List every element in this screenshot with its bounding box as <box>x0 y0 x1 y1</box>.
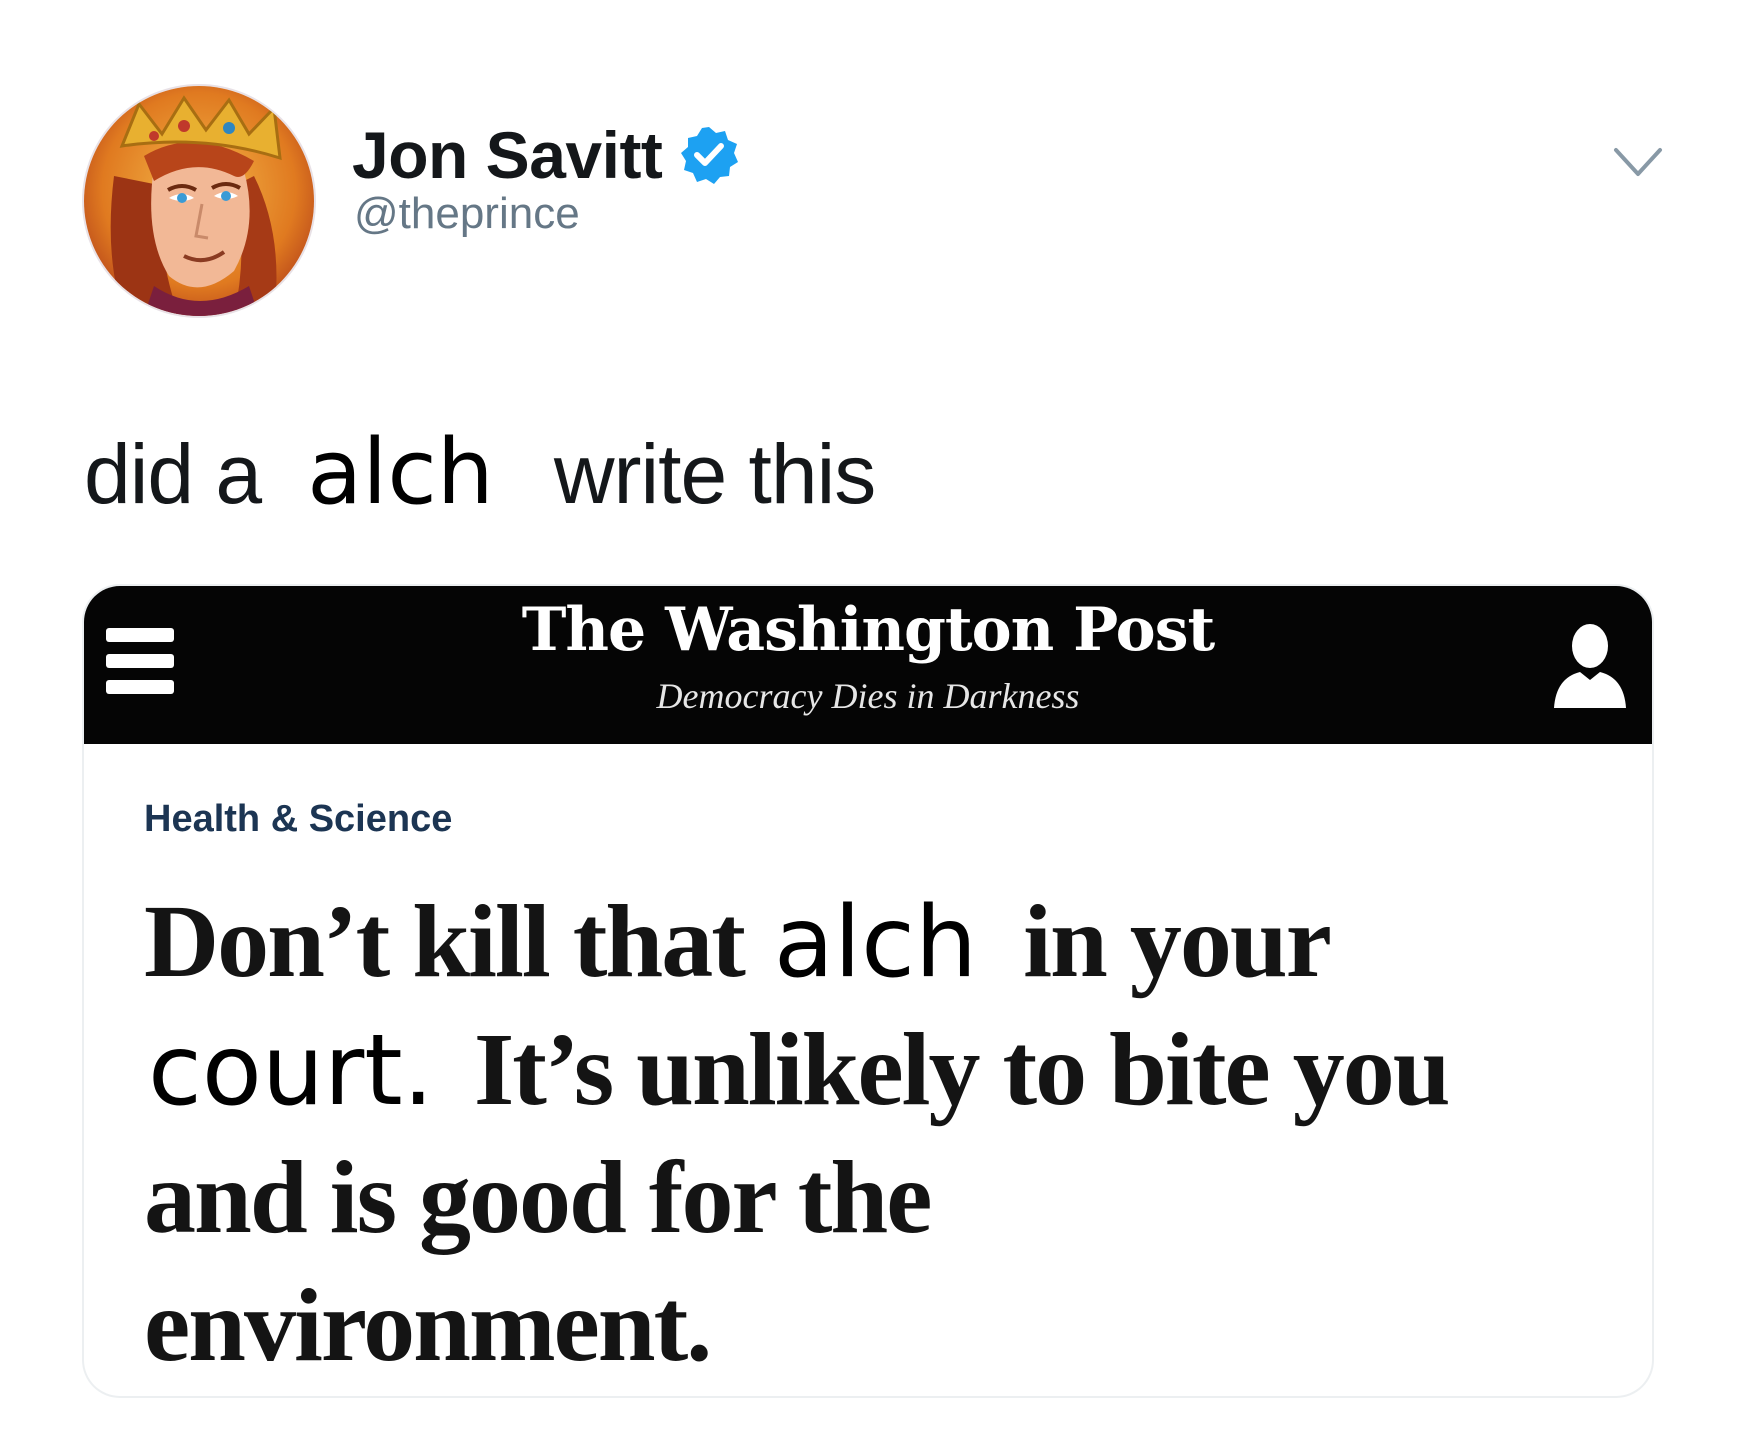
tweet-text-substituted-word: alch <box>307 420 494 525</box>
author-name-row: Jon Savitt <box>352 120 740 190</box>
publication-header: The Washington Post Democracy Dies in Da… <box>84 586 1652 744</box>
avatar[interactable] <box>84 86 314 316</box>
author-handle[interactable]: @theprince <box>354 192 580 236</box>
headline-line-3: and is good for the <box>144 1140 932 1255</box>
chevron-down-icon[interactable] <box>1612 144 1664 180</box>
headline-substituted-court: court. <box>148 1014 434 1128</box>
article-section-label[interactable]: Health & Science <box>144 800 452 838</box>
author-display-name[interactable]: Jon Savitt <box>352 122 663 188</box>
tweet-text: did a alch write this <box>84 420 876 525</box>
headline-line-4: environment. <box>144 1268 712 1383</box>
avatar-image <box>84 86 314 316</box>
tweet-text-part1: did a <box>84 427 262 521</box>
headline-line2-b: It’s unlikely to bite you <box>473 1012 1451 1127</box>
embedded-article-card[interactable]: The Washington Post Democracy Dies in Da… <box>84 586 1652 1396</box>
headline-substituted-word: alch <box>773 886 978 1000</box>
headline-line1-a: Don’t kill that <box>144 884 746 999</box>
article-headline[interactable]: Don’t kill that alch in your court. It’s un… <box>144 878 1604 1390</box>
publication-tagline: Democracy Dies in Darkness <box>656 676 1080 716</box>
tweet-text-part2: write this <box>553 427 876 521</box>
verified-badge-icon <box>678 124 740 186</box>
headline-line-2: court. It’s unlikely to bite you <box>144 1006 1604 1134</box>
headline-line-1: Don’t kill that alch in your <box>144 878 1604 1006</box>
headline-line1-b: in your <box>1023 884 1332 999</box>
user-account-icon[interactable] <box>1552 616 1628 712</box>
publication-masthead[interactable]: The Washington Post <box>84 594 1652 666</box>
